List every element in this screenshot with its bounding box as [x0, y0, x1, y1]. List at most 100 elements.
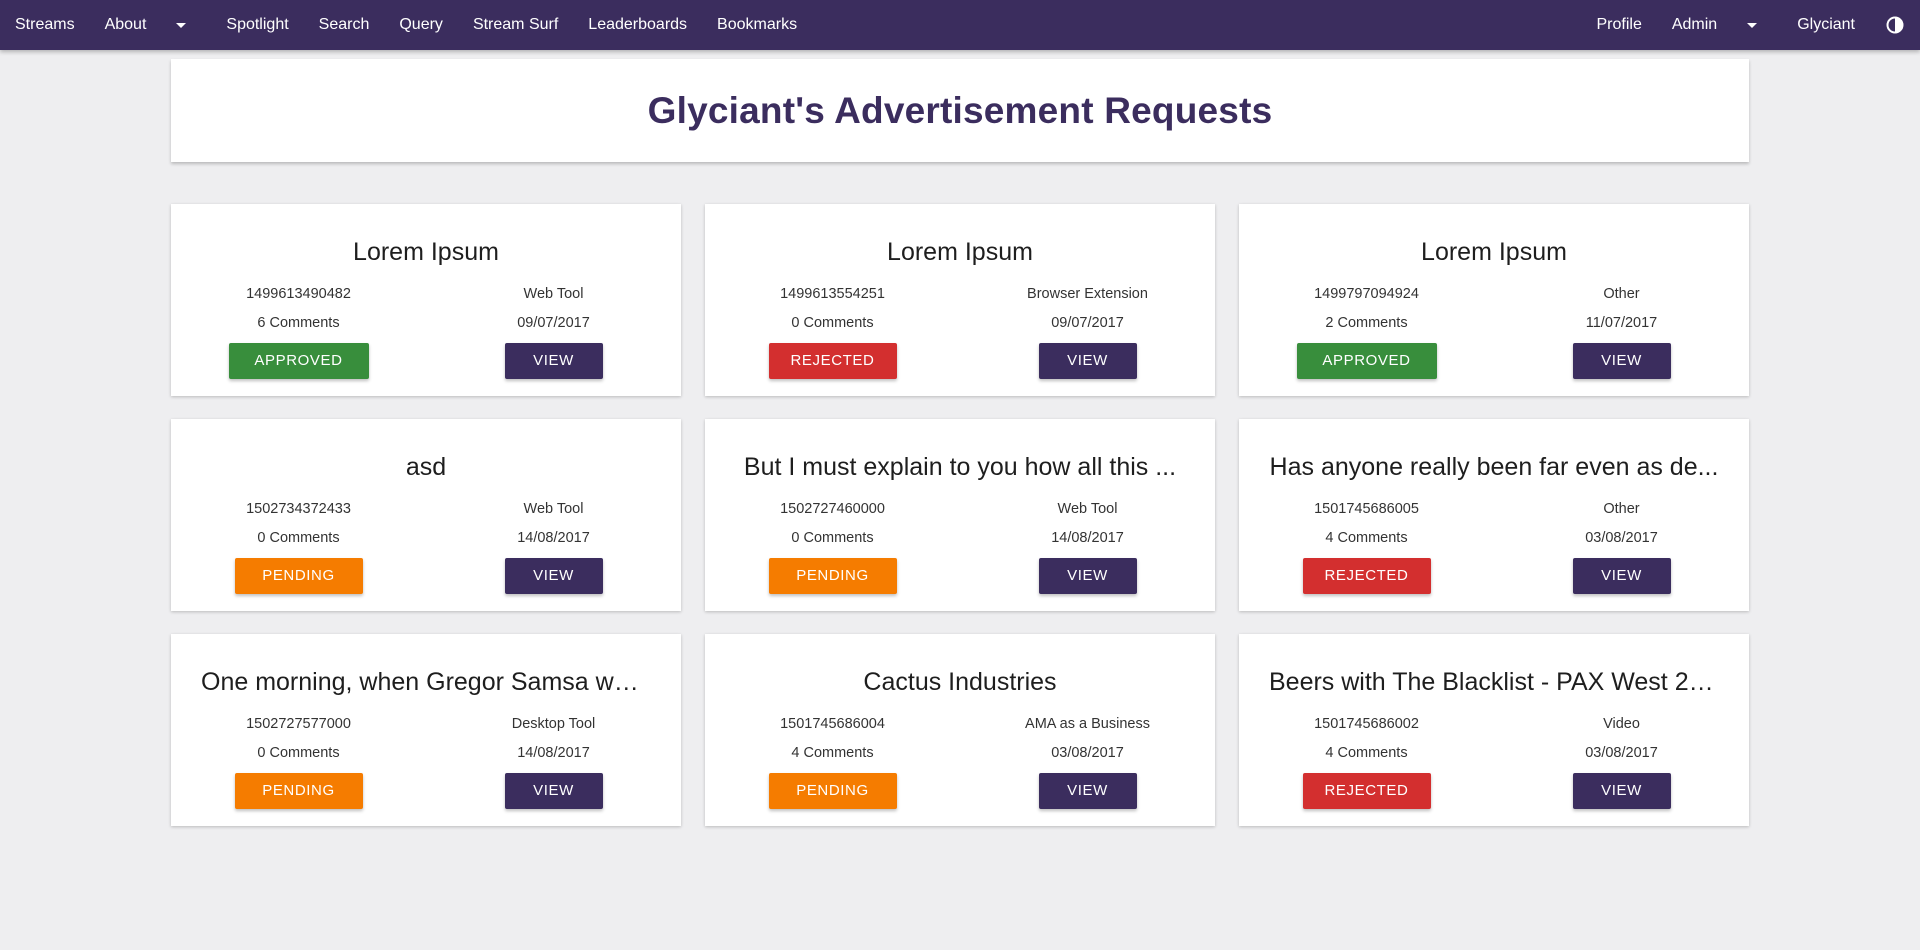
- nav-bookmarks-label: Bookmarks: [717, 16, 798, 33]
- view-button[interactable]: VIEW: [504, 558, 603, 594]
- nav-search[interactable]: Search: [304, 0, 385, 50]
- request-left-column: 1501745686005 4 Comments REJECTED: [1239, 499, 1494, 594]
- request-comments: 6 Comments: [257, 315, 340, 331]
- request-card: One morning, when Gregor Samsa wok... 15…: [171, 634, 681, 826]
- status-badge[interactable]: REJECTED: [768, 343, 897, 379]
- view-button[interactable]: VIEW: [1038, 343, 1137, 379]
- theme-toggle-button[interactable]: [1870, 0, 1920, 50]
- request-comments: 0 Comments: [257, 745, 340, 761]
- view-button[interactable]: VIEW: [1572, 558, 1671, 594]
- top-navbar: Streams About Spotlight Search Query Str…: [0, 0, 1920, 50]
- nav-about-label: About: [104, 16, 147, 33]
- request-title: Beers with The Blacklist - PAX West 20..…: [1269, 668, 1719, 696]
- chevron-down-icon: [176, 22, 187, 28]
- request-type: Web Tool: [1057, 501, 1118, 517]
- nav-admin-label: Admin: [1671, 16, 1718, 33]
- request-id: 1501745686005: [1314, 501, 1419, 517]
- request-id: 1501745686004: [780, 716, 885, 732]
- view-button[interactable]: VIEW: [504, 343, 603, 379]
- request-card: Lorem Ipsum 1499797094924 2 Comments APP…: [1239, 204, 1749, 396]
- request-date: 03/08/2017: [1585, 745, 1658, 761]
- view-button[interactable]: VIEW: [1572, 773, 1671, 809]
- request-date: 14/08/2017: [517, 530, 590, 546]
- page-header-card: Glyciant's Advertisement Requests: [171, 59, 1749, 162]
- request-right-column: Browser Extension 09/07/2017 VIEW: [960, 284, 1215, 379]
- nav-admin-dropdown[interactable]: Admin: [1657, 0, 1772, 50]
- request-left-column: 1502727460000 0 Comments PENDING: [705, 499, 960, 594]
- nav-right: Profile Admin Glyciant: [1581, 0, 1920, 50]
- request-right-column: Desktop Tool 14/08/2017 VIEW: [426, 714, 681, 809]
- request-title: Lorem Ipsum: [1421, 238, 1567, 266]
- request-type: Web Tool: [523, 501, 584, 517]
- request-right-column: Web Tool 14/08/2017 VIEW: [960, 499, 1215, 594]
- nav-about-dropdown[interactable]: About: [90, 0, 202, 50]
- request-card: Has anyone really been far even as de...…: [1239, 419, 1749, 611]
- request-left-column: 1499613554251 0 Comments REJECTED: [705, 284, 960, 379]
- status-badge[interactable]: REJECTED: [1302, 558, 1431, 594]
- request-type: Browser Extension: [1027, 286, 1148, 302]
- nav-profile[interactable]: Profile: [1581, 0, 1656, 50]
- status-badge[interactable]: REJECTED: [1302, 773, 1431, 809]
- contrast-icon: [1886, 16, 1904, 34]
- nav-stream-surf[interactable]: Stream Surf: [458, 0, 573, 50]
- request-comments: 2 Comments: [1325, 315, 1408, 331]
- request-id: 1499613490482: [246, 286, 351, 302]
- status-badge[interactable]: PENDING: [234, 773, 363, 809]
- request-right-column: Web Tool 09/07/2017 VIEW: [426, 284, 681, 379]
- status-badge[interactable]: PENDING: [234, 558, 363, 594]
- request-date: 03/08/2017: [1585, 530, 1658, 546]
- request-card: Lorem Ipsum 1499613554251 0 Comments REJ…: [705, 204, 1215, 396]
- request-date: 09/07/2017: [517, 315, 590, 331]
- request-id: 1502734372433: [246, 501, 351, 517]
- nav-leaderboards-label: Leaderboards: [588, 16, 688, 33]
- nav-spotlight[interactable]: Spotlight: [211, 0, 303, 50]
- request-type: Other: [1603, 501, 1640, 517]
- view-button[interactable]: VIEW: [1038, 773, 1137, 809]
- nav-search-label: Search: [318, 16, 370, 33]
- request-left-column: 1501745686002 4 Comments REJECTED: [1239, 714, 1494, 809]
- status-badge[interactable]: PENDING: [768, 773, 897, 809]
- request-title: asd: [405, 453, 447, 481]
- request-left-column: 1499797094924 2 Comments APPROVED: [1239, 284, 1494, 379]
- nav-stream-surf-label: Stream Surf: [472, 16, 559, 33]
- status-badge[interactable]: APPROVED: [228, 343, 369, 379]
- request-card: Cactus Industries 1501745686004 4 Commen…: [705, 634, 1215, 826]
- nav-streams[interactable]: Streams: [0, 0, 90, 50]
- request-comments: 0 Comments: [791, 530, 874, 546]
- status-badge[interactable]: APPROVED: [1296, 343, 1437, 379]
- request-right-column: AMA as a Business 03/08/2017 VIEW: [960, 714, 1215, 809]
- request-card: asd 1502734372433 0 Comments PENDING Web…: [171, 419, 681, 611]
- request-title: Has anyone really been far even as de...: [1269, 453, 1719, 481]
- nav-query[interactable]: Query: [384, 0, 458, 50]
- view-button[interactable]: VIEW: [504, 773, 603, 809]
- view-button[interactable]: VIEW: [1038, 558, 1137, 594]
- request-comments: 4 Comments: [1325, 745, 1408, 761]
- request-title: Cactus Industries: [863, 668, 1057, 696]
- nav-user[interactable]: Glyciant: [1782, 0, 1870, 50]
- request-id: 1502727460000: [780, 501, 885, 517]
- request-left-column: 1501745686004 4 Comments PENDING: [705, 714, 960, 809]
- request-right-column: Other 11/07/2017 VIEW: [1494, 284, 1749, 379]
- request-type: Other: [1603, 286, 1640, 302]
- request-comments: 4 Comments: [1325, 530, 1408, 546]
- request-date: 03/08/2017: [1051, 745, 1124, 761]
- request-right-column: Web Tool 14/08/2017 VIEW: [426, 499, 681, 594]
- nav-bookmarks[interactable]: Bookmarks: [702, 0, 812, 50]
- request-title: Lorem Ipsum: [887, 238, 1033, 266]
- nav-left: Streams About Spotlight Search Query Str…: [0, 0, 812, 50]
- request-type: Desktop Tool: [511, 716, 596, 732]
- request-title: One morning, when Gregor Samsa wok...: [201, 668, 651, 696]
- request-card: But I must explain to you how all this .…: [705, 419, 1215, 611]
- view-button[interactable]: VIEW: [1572, 343, 1671, 379]
- nav-leaderboards[interactable]: Leaderboards: [573, 0, 702, 50]
- request-comments: 0 Comments: [257, 530, 340, 546]
- request-date: 14/08/2017: [1051, 530, 1124, 546]
- nav-profile-label: Profile: [1596, 16, 1642, 33]
- nav-user-label: Glyciant: [1797, 16, 1855, 33]
- request-left-column: 1502727577000 0 Comments PENDING: [171, 714, 426, 809]
- status-badge[interactable]: PENDING: [768, 558, 897, 594]
- request-left-column: 1499613490482 6 Comments APPROVED: [171, 284, 426, 379]
- nav-spotlight-label: Spotlight: [226, 16, 289, 33]
- request-id: 1501745686002: [1314, 716, 1419, 732]
- request-title: But I must explain to you how all this .…: [743, 453, 1177, 481]
